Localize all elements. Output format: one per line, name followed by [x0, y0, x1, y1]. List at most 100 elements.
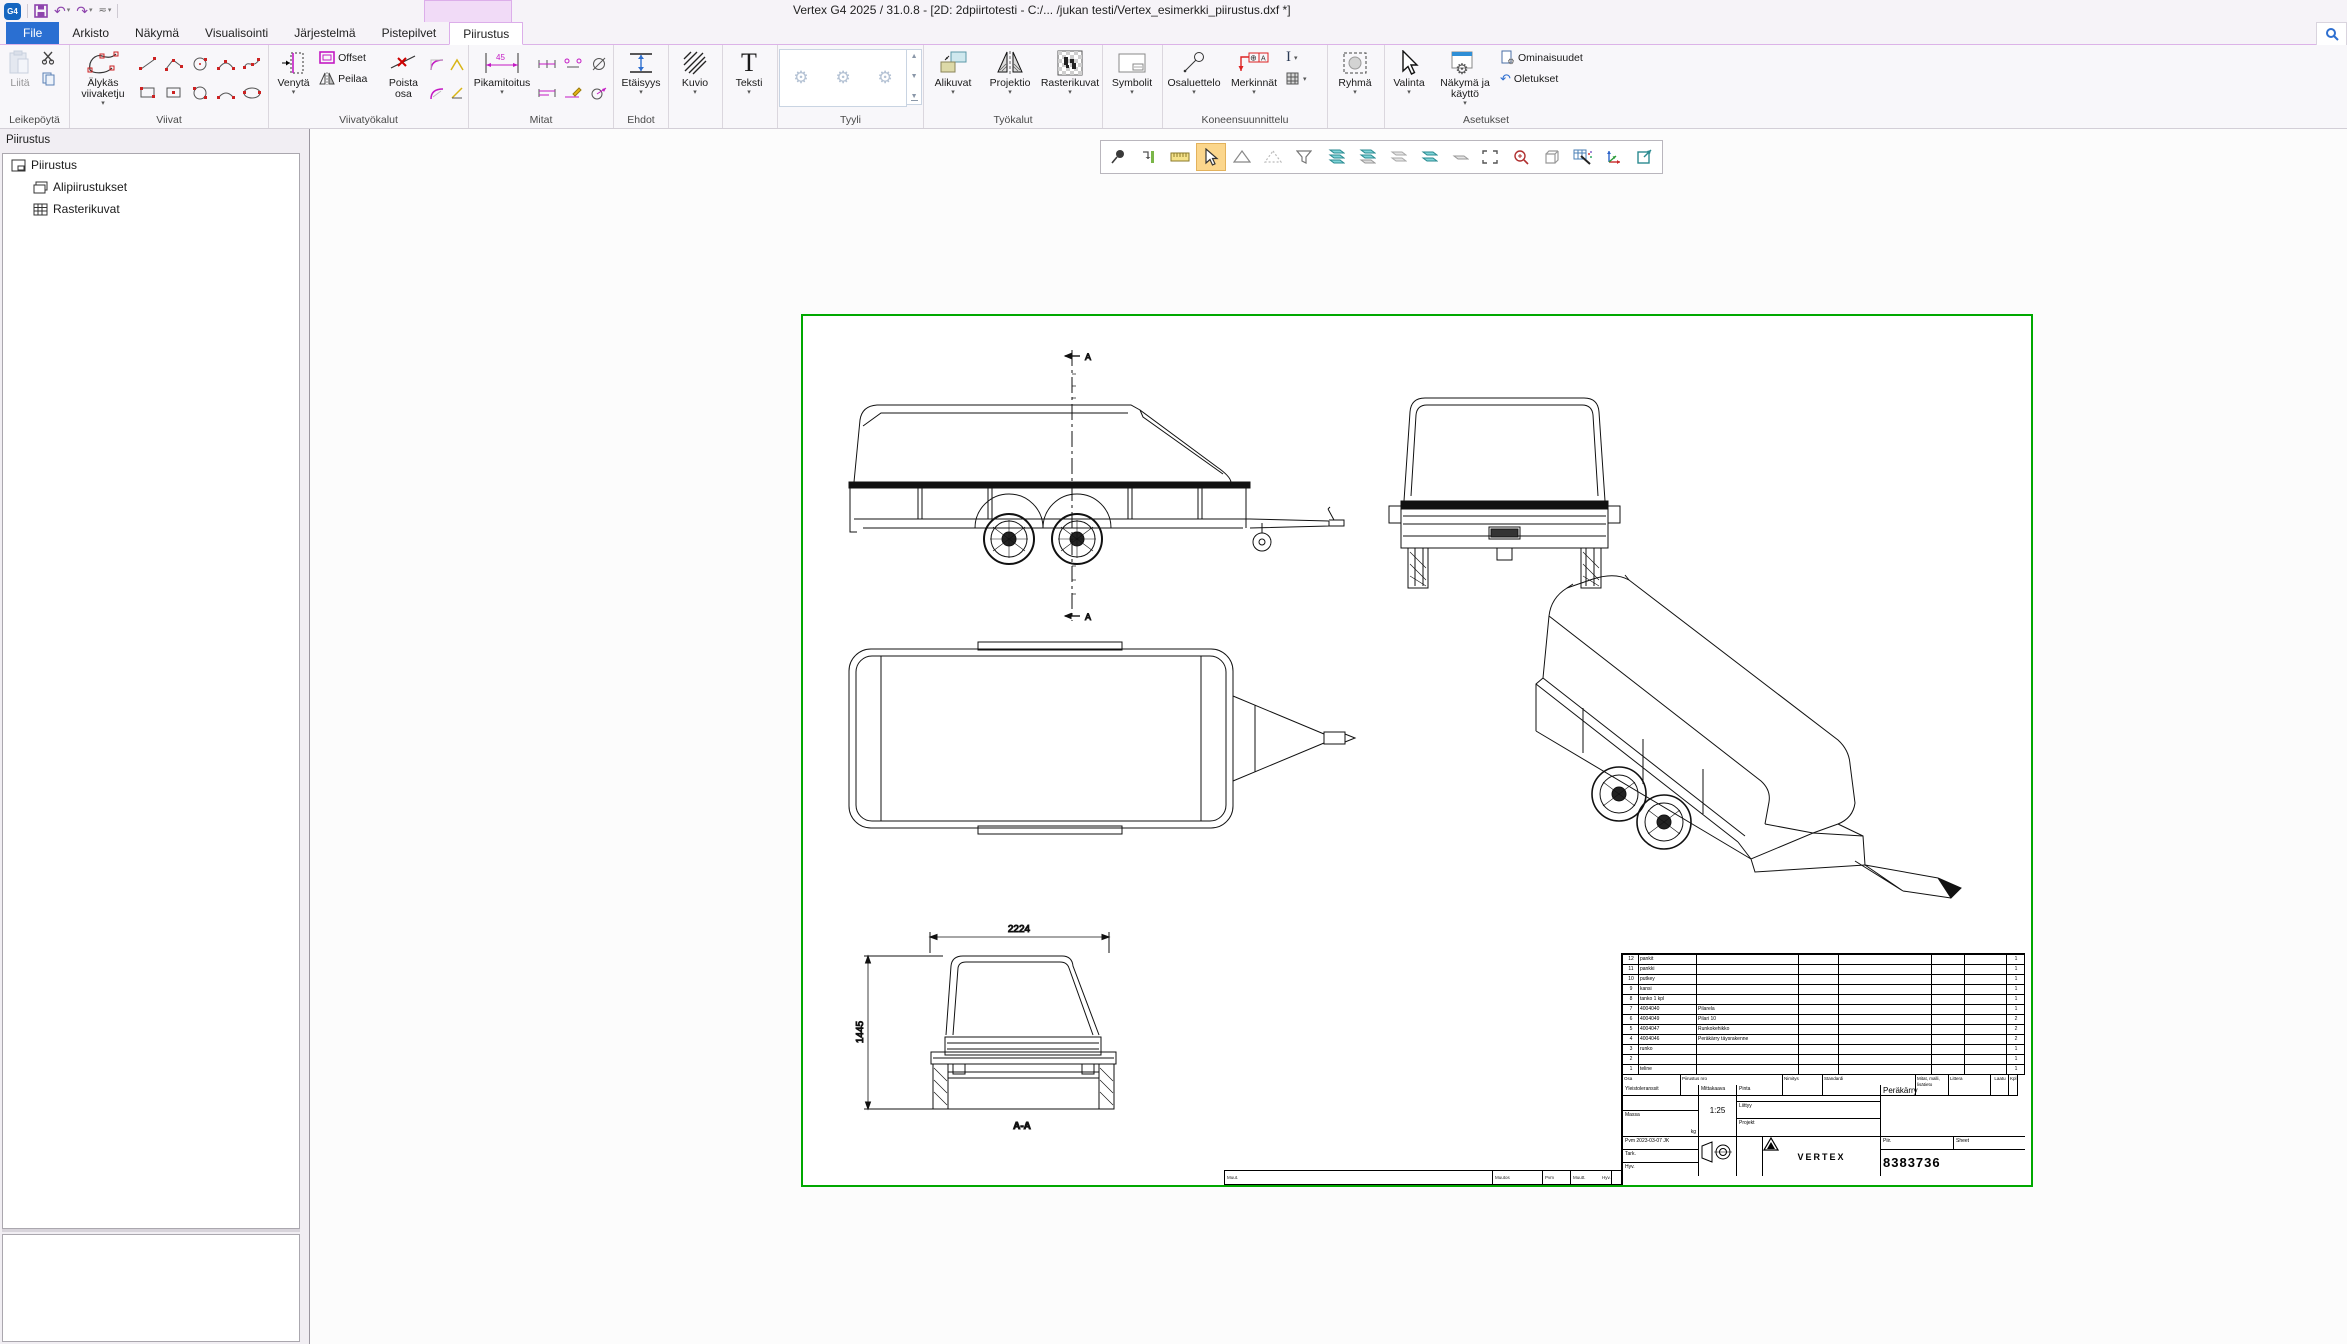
- text-button[interactable]: T Teksti ▾: [724, 47, 774, 111]
- chevron-down-icon[interactable]: ▾: [89, 4, 93, 18]
- copy-button[interactable]: [39, 68, 58, 89]
- weld-symbol-button[interactable]: I ▾: [1284, 47, 1320, 68]
- chevron-down-icon: ▾: [1353, 89, 1357, 96]
- tab-piirustus[interactable]: Piirustus: [449, 22, 523, 45]
- paste-button[interactable]: Liitä: [1, 47, 39, 111]
- spline-tool-icon[interactable]: [242, 56, 262, 72]
- subpictures-button[interactable]: Alikuvat ▾: [925, 47, 981, 111]
- parts-row: 10putkey 1: [1623, 975, 2025, 985]
- tab-file[interactable]: File: [6, 22, 59, 44]
- layer-single-icon[interactable]: [1444, 143, 1474, 171]
- layers-dim-icon[interactable]: [1382, 143, 1412, 171]
- fillet-icon[interactable]: [429, 56, 445, 72]
- arc-tool-icon[interactable]: [216, 56, 236, 72]
- line-tool-icon[interactable]: [138, 56, 158, 72]
- layers-all-icon[interactable]: [1320, 143, 1350, 171]
- undo-button[interactable]: ↶▾: [54, 4, 70, 18]
- diameter-dimension-icon[interactable]: [591, 56, 607, 72]
- projection-button[interactable]: Projektio ▾: [981, 47, 1039, 111]
- tab-visualisointi[interactable]: Visualisointi: [192, 22, 281, 44]
- tab-arkisto[interactable]: Arkisto: [59, 22, 122, 44]
- properties-button[interactable]: ⚙ Ominaisuudet: [1498, 47, 1585, 68]
- layers-pair-icon[interactable]: [1413, 143, 1443, 171]
- chevron-down-icon: ▾: [951, 89, 955, 96]
- symbols-button[interactable]: Symbolit ▾: [1104, 47, 1160, 111]
- annotations-button[interactable]: ⊕A Merkinnät ▾: [1224, 47, 1284, 111]
- chamfer-icon[interactable]: [449, 56, 465, 72]
- view-and-use-button[interactable]: ⚙ Näkymä ja käyttö ▾: [1432, 47, 1498, 111]
- delete-part-button[interactable]: Poista osa: [380, 47, 427, 111]
- fit-view-icon[interactable]: [1630, 143, 1660, 171]
- view-toolbar: [1100, 140, 1663, 174]
- scroll-down-icon[interactable]: ▼: [911, 73, 918, 80]
- pin-icon[interactable]: [1103, 143, 1133, 171]
- tab-pistepilvet[interactable]: Pistepilvet: [369, 22, 450, 44]
- defaults-button[interactable]: ↶ Oletukset: [1498, 68, 1585, 89]
- axis-triad-icon[interactable]: [1599, 143, 1629, 171]
- selection-frame-icon[interactable]: [1475, 143, 1505, 171]
- plane-ghost-icon[interactable]: [1258, 143, 1288, 171]
- tree-item-alipiirustukset[interactable]: Alipiirustukset: [3, 176, 299, 198]
- mirror-button[interactable]: Peilaa: [317, 68, 380, 89]
- ellipse-tool-icon[interactable]: [242, 85, 262, 101]
- edit-dimension-icon[interactable]: [563, 86, 583, 100]
- circle-center-tool-icon[interactable]: [191, 56, 209, 72]
- rectangle-center-tool-icon[interactable]: [165, 86, 183, 100]
- tree-item-piirustus[interactable]: Piirustus: [3, 154, 299, 176]
- hatch-button[interactable]: Kuvio ▾: [670, 47, 720, 111]
- drawing-canvas[interactable]: A A: [310, 129, 2347, 1344]
- properties-label: Ominaisuudet: [1518, 52, 1583, 64]
- smart-polyline-button[interactable]: Älykäs viivaketju ▾: [71, 47, 135, 111]
- select-cursor-icon[interactable]: [1196, 143, 1226, 171]
- quick-dimension-button[interactable]: 45 Pikamitoitus ▾: [470, 47, 534, 111]
- cut-button[interactable]: [39, 47, 58, 68]
- tree-item-rasterikuvat[interactable]: Rasterikuvat: [3, 198, 299, 220]
- circle-tool-icon[interactable]: [191, 85, 209, 101]
- stretch-button[interactable]: Venytä ▾: [270, 47, 317, 111]
- group-button[interactable]: Ryhmä ▾: [1329, 47, 1381, 111]
- chevron-down-icon[interactable]: ▾: [67, 4, 71, 18]
- style-gear-icon[interactable]: ⚙: [878, 68, 893, 88]
- baseline-dimension-icon[interactable]: [537, 87, 557, 99]
- redo-button[interactable]: ↷▾: [76, 4, 92, 18]
- style-gear-icon[interactable]: ⚙: [793, 68, 808, 88]
- walk-path-icon[interactable]: [1134, 143, 1164, 171]
- solid-box-icon[interactable]: [1537, 143, 1567, 171]
- style-gallery[interactable]: ⚙ ⚙ ⚙: [779, 49, 907, 107]
- fillet-trim-icon[interactable]: [429, 85, 445, 101]
- style-gear-icon[interactable]: ⚙: [835, 68, 850, 88]
- balloon-grid-button[interactable]: ▾: [1284, 68, 1320, 89]
- raster-images-button[interactable]: Rasterikuvat ▾: [1039, 47, 1101, 111]
- ordinate-dimension-icon[interactable]: [563, 57, 583, 71]
- distance-button[interactable]: Etäisyys ▾: [615, 47, 667, 111]
- app-logo-icon[interactable]: G4: [4, 3, 21, 20]
- scroll-up-icon[interactable]: ▲: [911, 53, 918, 60]
- customize-quick-access-button[interactable]: ≂▾: [99, 4, 112, 18]
- panel-splitter[interactable]: [2, 1229, 300, 1232]
- arc-3pt-tool-icon[interactable]: [216, 85, 236, 101]
- annotations-icon: ⊕A: [1237, 51, 1271, 75]
- polyline-tool-icon[interactable]: [164, 56, 184, 72]
- selection-button[interactable]: Valinta ▾: [1386, 47, 1432, 111]
- drawing-sheet[interactable]: A A: [801, 314, 2033, 1187]
- ruler-icon[interactable]: [1165, 143, 1195, 171]
- layers-upper-icon[interactable]: [1351, 143, 1381, 171]
- revision-cell: Hyv.: [1600, 1171, 1612, 1184]
- chain-dimension-icon[interactable]: [537, 58, 557, 70]
- radius-dimension-icon[interactable]: [590, 86, 608, 100]
- offset-button[interactable]: Offset: [317, 47, 380, 68]
- rectangle-tool-icon[interactable]: [139, 86, 157, 100]
- projection-label: Projektio: [990, 78, 1031, 89]
- table-wand-icon[interactable]: [1568, 143, 1598, 171]
- parts-list-button[interactable]: Osaluettelo ▾: [1164, 47, 1224, 111]
- zoom-in-icon[interactable]: [1506, 143, 1536, 171]
- tab-nakyma[interactable]: Näkymä: [122, 22, 192, 44]
- tab-jarjestelma[interactable]: Järjestelmä: [281, 22, 368, 44]
- filter-icon[interactable]: [1289, 143, 1319, 171]
- gallery-expand-icon[interactable]: ▼: [911, 93, 918, 101]
- gallery-scroll[interactable]: ▲ ▼ ▼: [907, 49, 922, 105]
- save-button[interactable]: [34, 4, 48, 18]
- plane-icon[interactable]: [1227, 143, 1257, 171]
- search-button[interactable]: [2316, 22, 2347, 46]
- chamfer-line-icon[interactable]: [449, 85, 465, 101]
